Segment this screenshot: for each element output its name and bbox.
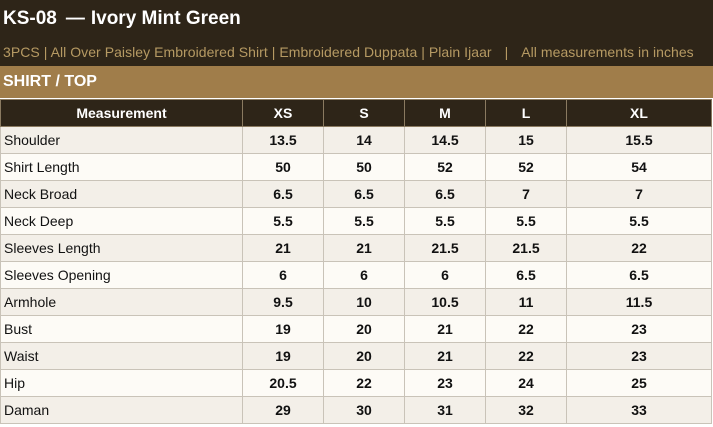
table-cell: 15.5 [566,126,712,154]
table-cell: 11 [485,288,567,316]
units-note: All measurements in inches [521,44,694,60]
table-cell: 7 [566,180,712,208]
table-cell: 52 [404,153,486,181]
table-cell: 20.5 [242,369,324,397]
row-label: Neck Broad [0,180,243,208]
table-cell: 6 [242,261,324,289]
table-cell: 6.5 [404,180,486,208]
column-header-xs: XS [242,99,324,127]
product-title: KS-08 — Ivory Mint Green [3,7,713,33]
row-label: Bust [0,315,243,343]
table-cell: 6.5 [242,180,324,208]
table-cell: 23 [404,369,486,397]
table-cell: 54 [566,153,712,181]
row-label: Sleeves Length [0,234,243,262]
table-cell: 6.5 [566,261,712,289]
row-label: Neck Deep [0,207,243,235]
table-cell: 5.5 [566,207,712,235]
size-chart-table: Measurement XS S M L XL Shoulder 13.5 14 14.5 15 1… [0,99,712,424]
table-cell: 19 [242,342,324,370]
table-cell: 21.5 [485,234,567,262]
table-cell: 25 [566,369,712,397]
table-cell: 7 [485,180,567,208]
table-cell: 9.5 [242,288,324,316]
product-description: 3PCS | All Over Paisley Embroidered Shir… [3,44,713,60]
table-cell: 5.5 [242,207,324,235]
table-row: Armhole 9.5 10 10.5 11 11.5 [0,288,712,316]
table-cell: 13.5 [242,126,324,154]
column-header-s: S [323,99,405,127]
table-header-row: Measurement XS S M L XL [0,99,712,127]
table-row: Neck Deep 5.5 5.5 5.5 5.5 5.5 [0,207,712,235]
table-cell: 6.5 [323,180,405,208]
row-label: Waist [0,342,243,370]
table-cell: 29 [242,396,324,424]
table-cell: 24 [485,369,567,397]
table-cell: 31 [404,396,486,424]
table-cell: 21 [323,234,405,262]
table-cell: 22 [323,369,405,397]
section-title: SHIRT / TOP [0,66,713,99]
table-cell: 5.5 [323,207,405,235]
title-separator: — [65,8,85,29]
table-row: Bust 19 20 21 22 23 [0,315,712,343]
table-cell: 14.5 [404,126,486,154]
row-label: Sleeves Opening [0,261,243,289]
table-cell: 20 [323,342,405,370]
table-row: Daman 29 30 31 32 33 [0,396,712,424]
table-cell: 22 [485,315,567,343]
row-label: Armhole [0,288,243,316]
table-cell: 5.5 [485,207,567,235]
table-cell: 23 [566,315,712,343]
table-cell: 6 [323,261,405,289]
table-cell: 21.5 [404,234,486,262]
column-header-xl: XL [566,99,712,127]
table-cell: 6 [404,261,486,289]
table-cell: 11.5 [566,288,712,316]
product-subtitle: 3PCS | All Over Paisley Embroidered Shir… [3,44,492,60]
column-header-m: M [404,99,486,127]
column-header-l: L [485,99,567,127]
page-header: KS-08 — Ivory Mint Green 3PCS | All Over P… [0,0,713,66]
table-cell: 15 [485,126,567,154]
table-cell: 21 [242,234,324,262]
table-cell: 20 [323,315,405,343]
table-cell: 14 [323,126,405,154]
row-label: Shoulder [0,126,243,154]
table-cell: 10 [323,288,405,316]
table-row: Sleeves Length 21 21 21.5 21.5 22 [0,234,712,262]
table-cell: 50 [242,153,324,181]
table-cell: 5.5 [404,207,486,235]
table-cell: 21 [404,315,486,343]
table-cell: 19 [242,315,324,343]
table-cell: 30 [323,396,405,424]
row-label: Daman [0,396,243,424]
table-cell: 10.5 [404,288,486,316]
product-name: Ivory Mint Green [90,8,241,29]
table-row: Shoulder 13.5 14 14.5 15 15.5 [0,126,712,154]
table-row: Waist 19 20 21 22 23 [0,342,712,370]
table-row: Neck Broad 6.5 6.5 6.5 7 7 [0,180,712,208]
table-row: Shirt Length 50 50 52 52 54 [0,153,712,181]
row-label: Hip [0,369,243,397]
table-cell: 21 [404,342,486,370]
table-cell: 33 [566,396,712,424]
table-cell: 22 [485,342,567,370]
table-row: Hip 20.5 22 23 24 25 [0,369,712,397]
table-cell: 6.5 [485,261,567,289]
table-cell: 52 [485,153,567,181]
table-row: Sleeves Opening 6 6 6 6.5 6.5 [0,261,712,289]
table-body: Shoulder 13.5 14 14.5 15 15.5 Shirt Length 50 50… [0,126,712,424]
table-cell: 22 [566,234,712,262]
column-header-measurement: Measurement [0,99,243,127]
table-cell: 32 [485,396,567,424]
row-label: Shirt Length [0,153,243,181]
table-cell: 23 [566,342,712,370]
product-code: KS-08 [3,8,57,29]
table-cell: 50 [323,153,405,181]
subtitle-separator: | [504,44,509,60]
